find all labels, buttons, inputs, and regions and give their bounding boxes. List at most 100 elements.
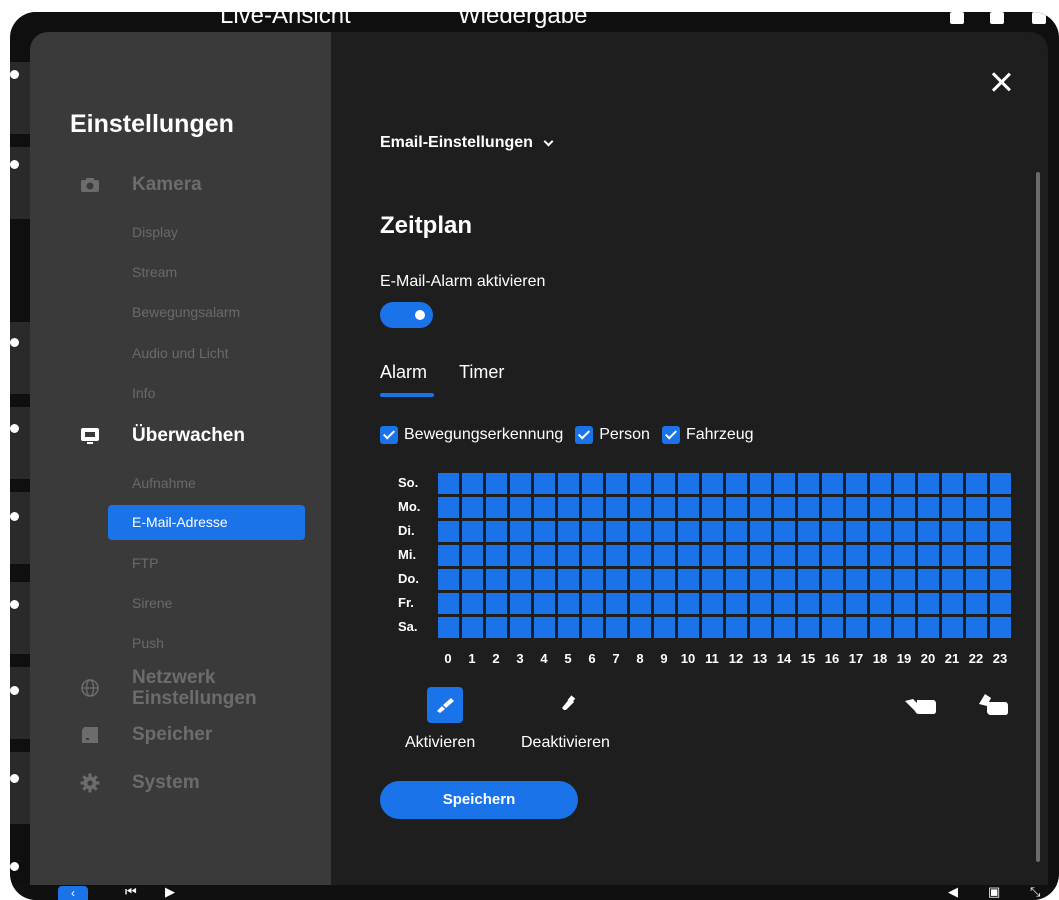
schedule-cell[interactable]: [582, 593, 603, 614]
schedule-cell[interactable]: [822, 569, 843, 590]
top-icon-2[interactable]: [990, 12, 1004, 24]
schedule-cell[interactable]: [558, 497, 579, 518]
schedule-cell[interactable]: [798, 593, 819, 614]
sidebar-item-display[interactable]: Display: [132, 224, 178, 240]
schedule-cell[interactable]: [822, 545, 843, 566]
schedule-cell[interactable]: [438, 593, 459, 614]
sidebar-category-system[interactable]: System: [80, 772, 200, 793]
volume-icon[interactable]: ◀: [948, 884, 958, 900]
schedule-cell[interactable]: [582, 497, 603, 518]
schedule-cell[interactable]: [846, 569, 867, 590]
schedule-cell[interactable]: [678, 617, 699, 638]
schedule-cell[interactable]: [678, 521, 699, 542]
schedule-cell[interactable]: [606, 497, 627, 518]
schedule-cell[interactable]: [774, 545, 795, 566]
schedule-cell[interactable]: [798, 617, 819, 638]
schedule-cell[interactable]: [942, 617, 963, 638]
settings-icon[interactable]: [10, 424, 19, 433]
checkbox-vehicle[interactable]: Fahrzeug: [661, 426, 754, 444]
tab-playback[interactable]: Wiedergabe: [458, 12, 587, 30]
schedule-cell[interactable]: [534, 473, 555, 494]
schedule-cell[interactable]: [582, 521, 603, 542]
schedule-cell[interactable]: [966, 545, 987, 566]
schedule-cell[interactable]: [870, 545, 891, 566]
sidebar-category-network[interactable]: Netzwerk Einstellungen: [80, 667, 282, 709]
schedule-cell[interactable]: [870, 617, 891, 638]
sidebar-item-info[interactable]: Info: [132, 385, 155, 401]
schedule-cell[interactable]: [702, 569, 723, 590]
schedule-cell[interactable]: [966, 473, 987, 494]
schedule-cell[interactable]: [894, 545, 915, 566]
schedule-cell[interactable]: [678, 473, 699, 494]
clear-all-button[interactable]: [975, 690, 1009, 721]
schedule-cell[interactable]: [990, 473, 1011, 494]
schedule-cell[interactable]: [726, 521, 747, 542]
schedule-cell[interactable]: [846, 545, 867, 566]
play-icon[interactable]: ▶: [165, 884, 175, 900]
schedule-cell[interactable]: [678, 545, 699, 566]
checkbox-motion[interactable]: Bewegungserkennung: [380, 426, 563, 444]
schedule-cell[interactable]: [942, 545, 963, 566]
schedule-cell[interactable]: [510, 473, 531, 494]
schedule-cell[interactable]: [774, 473, 795, 494]
edit-icon[interactable]: [10, 338, 19, 347]
schedule-cell[interactable]: [942, 497, 963, 518]
schedule-cell[interactable]: [822, 593, 843, 614]
schedule-cell[interactable]: [486, 473, 507, 494]
schedule-cell[interactable]: [966, 497, 987, 518]
schedule-cell[interactable]: [966, 569, 987, 590]
settings-icon[interactable]: [10, 774, 19, 783]
schedule-cell[interactable]: [606, 617, 627, 638]
schedule-cell[interactable]: [486, 617, 507, 638]
schedule-cell[interactable]: [702, 545, 723, 566]
schedule-cell[interactable]: [558, 545, 579, 566]
tab-live-view[interactable]: Live-Ansicht: [220, 12, 351, 30]
settings-icon[interactable]: [10, 512, 19, 521]
schedule-cell[interactable]: [702, 617, 723, 638]
schedule-cell[interactable]: [630, 569, 651, 590]
schedule-cell[interactable]: [990, 617, 1011, 638]
schedule-cell[interactable]: [438, 497, 459, 518]
schedule-cell[interactable]: [462, 521, 483, 542]
edit-icon[interactable]: [10, 160, 19, 169]
schedule-cell[interactable]: [822, 473, 843, 494]
schedule-cell[interactable]: [870, 569, 891, 590]
settings-icon[interactable]: [10, 70, 19, 79]
schedule-cell[interactable]: [702, 473, 723, 494]
schedule-cell[interactable]: [438, 617, 459, 638]
schedule-cell[interactable]: [534, 569, 555, 590]
schedule-cell[interactable]: [870, 473, 891, 494]
schedule-cell[interactable]: [750, 473, 771, 494]
schedule-cell[interactable]: [558, 593, 579, 614]
schedule-cell[interactable]: [558, 521, 579, 542]
schedule-cell[interactable]: [462, 593, 483, 614]
eraser-button[interactable]: [561, 695, 579, 718]
schedule-cell[interactable]: [870, 593, 891, 614]
schedule-cell[interactable]: [894, 521, 915, 542]
sidebar-item-push[interactable]: Push: [132, 635, 164, 651]
sidebar-item-stream[interactable]: Stream: [132, 264, 177, 280]
schedule-cell[interactable]: [750, 497, 771, 518]
schedule-cell[interactable]: [558, 617, 579, 638]
schedule-cell[interactable]: [990, 497, 1011, 518]
schedule-cell[interactable]: [606, 473, 627, 494]
schedule-cell[interactable]: [846, 617, 867, 638]
schedule-cell[interactable]: [918, 593, 939, 614]
schedule-cell[interactable]: [702, 593, 723, 614]
schedule-cell[interactable]: [774, 521, 795, 542]
schedule-cell[interactable]: [654, 521, 675, 542]
schedule-cell[interactable]: [654, 497, 675, 518]
schedule-cell[interactable]: [798, 497, 819, 518]
schedule-cell[interactable]: [630, 545, 651, 566]
schedule-cell[interactable]: [582, 617, 603, 638]
schedule-cell[interactable]: [750, 569, 771, 590]
fullscreen-icon[interactable]: ⤡: [1030, 884, 1040, 900]
schedule-cell[interactable]: [750, 617, 771, 638]
schedule-cell[interactable]: [942, 593, 963, 614]
schedule-cell[interactable]: [630, 593, 651, 614]
schedule-cell[interactable]: [774, 617, 795, 638]
schedule-cell[interactable]: [750, 593, 771, 614]
scrollbar[interactable]: [1036, 172, 1040, 862]
sidebar-item-motion-alarm[interactable]: Bewegungsalarm: [132, 304, 240, 320]
schedule-cell[interactable]: [438, 545, 459, 566]
